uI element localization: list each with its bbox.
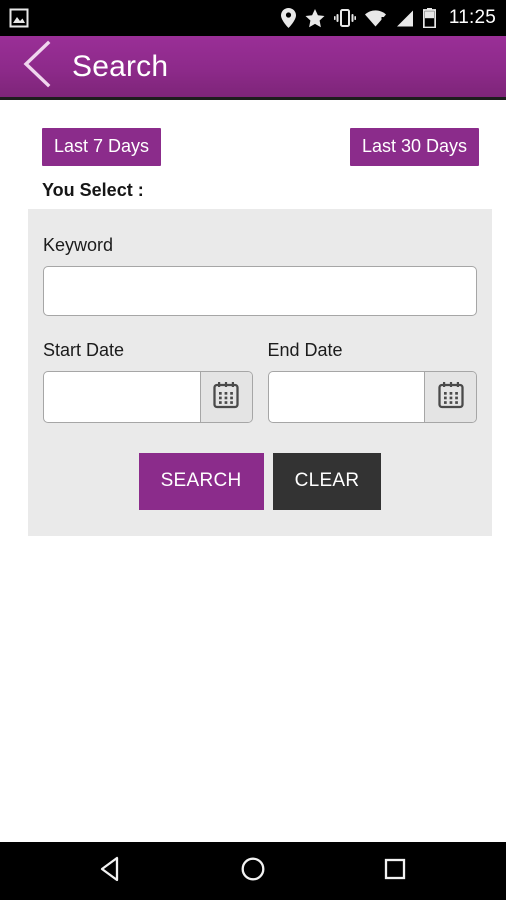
keyword-input[interactable] bbox=[43, 265, 477, 316]
back-chevron-icon bbox=[20, 40, 54, 93]
keyword-label: Keyword bbox=[43, 234, 114, 255]
end-date-calendar-button[interactable] bbox=[424, 371, 476, 422]
system-nav-bar bbox=[0, 842, 506, 900]
vibrate-icon bbox=[333, 9, 356, 27]
last-7-days-button[interactable]: Last 7 Days bbox=[42, 128, 162, 166]
search-form-panel: Keyword Start Date End Date SEARCH CLEAR bbox=[28, 208, 492, 536]
end-date-label: End Date bbox=[267, 339, 343, 360]
home-circle-icon bbox=[239, 855, 267, 888]
clear-button[interactable]: CLEAR bbox=[272, 452, 382, 510]
end-date-input[interactable] bbox=[268, 371, 424, 422]
image-gallery-icon bbox=[8, 8, 30, 28]
search-button[interactable]: SEARCH bbox=[138, 452, 264, 510]
back-triangle-icon bbox=[98, 855, 124, 888]
cell-signal-icon bbox=[395, 10, 414, 27]
wifi-alert-icon bbox=[364, 9, 386, 27]
calendar-icon bbox=[436, 380, 466, 413]
quick-filter-row: Last 7 Days Last 30 Days bbox=[0, 100, 506, 166]
recents-square-icon bbox=[382, 856, 408, 887]
start-date-label: Start Date bbox=[43, 339, 125, 360]
start-date-group bbox=[43, 370, 253, 423]
start-date-field: Start Date bbox=[43, 340, 253, 423]
status-bar-clock: 11:25 bbox=[448, 7, 496, 28]
last-30-days-button[interactable]: Last 30 Days bbox=[349, 128, 479, 166]
end-date-field: End Date bbox=[267, 339, 477, 423]
status-bar: 11:25 bbox=[0, 0, 506, 36]
nav-back-button[interactable] bbox=[83, 848, 139, 894]
back-button[interactable] bbox=[10, 40, 64, 94]
end-date-group bbox=[267, 370, 477, 423]
form-actions: SEARCH CLEAR bbox=[43, 452, 477, 510]
main-content: Last 7 Days Last 30 Days You Select : Ke… bbox=[0, 100, 506, 842]
app-bar: Search bbox=[0, 36, 506, 100]
page-title: Search bbox=[72, 49, 169, 83]
start-date-input[interactable] bbox=[44, 371, 200, 422]
location-pin-icon bbox=[280, 8, 296, 28]
status-bar-notifications bbox=[8, 8, 30, 28]
star-icon bbox=[305, 8, 325, 28]
you-select-label: You Select : bbox=[42, 179, 144, 200]
start-date-calendar-button[interactable] bbox=[199, 371, 252, 422]
nav-home-button[interactable] bbox=[225, 848, 281, 894]
date-row: Start Date End Date bbox=[43, 340, 477, 423]
status-bar-icons: 11:25 bbox=[280, 7, 496, 29]
nav-recents-button[interactable] bbox=[367, 848, 423, 894]
calendar-icon bbox=[211, 380, 241, 413]
battery-icon bbox=[422, 8, 436, 28]
